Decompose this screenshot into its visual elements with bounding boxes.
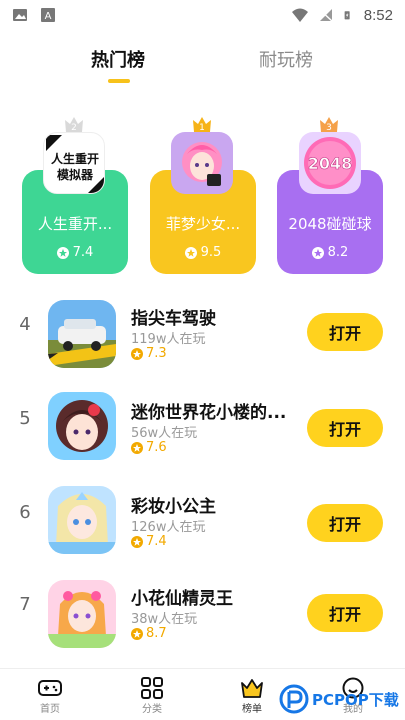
status-bar: A 8:52 xyxy=(0,0,405,30)
game-icon-dream-girl[interactable] xyxy=(171,132,233,194)
game-icon-2048-ball[interactable]: 2048 xyxy=(299,132,361,194)
status-time: 8:52 xyxy=(363,6,393,24)
podium-game-name: 2048碰碰球 xyxy=(288,215,372,233)
star-icon xyxy=(56,246,69,259)
open-button[interactable]: 打开 xyxy=(307,313,383,351)
game-title: 指尖车驾驶 xyxy=(131,309,216,329)
star-icon xyxy=(131,347,143,360)
rating-value: 7.6 xyxy=(146,440,167,455)
svg-text:2048: 2048 xyxy=(308,154,353,173)
podium-rating-value: 8.2 xyxy=(327,245,349,260)
star-icon xyxy=(131,627,143,640)
podium-rating: 8.2 xyxy=(277,245,383,260)
podium-rating-value: 9.5 xyxy=(200,245,222,260)
players-count: 56w人在玩 xyxy=(131,426,198,441)
game-rating: 7.4 xyxy=(131,534,167,549)
game-icon-life-restart[interactable]: 人生重开 模拟器 xyxy=(43,132,105,194)
tab-long-play-ranking[interactable]: 耐玩榜 xyxy=(246,46,326,72)
text-notification-icon: A xyxy=(41,8,55,22)
top-three-podium: 2 1 3 人生重开... 7.4 菲梦少女... 9.5 2048碰碰球 8.… xyxy=(0,112,405,277)
star-icon xyxy=(131,441,143,454)
rank-number: 4 xyxy=(19,314,31,335)
game-icon-mini-world[interactable] xyxy=(48,392,116,460)
active-tab-indicator xyxy=(108,79,130,83)
list-item[interactable]: 5 迷你世界花小楼的... 56w人在玩 7.6 打开 xyxy=(0,384,405,474)
nav-categories[interactable]: 分类 xyxy=(122,677,182,715)
star-icon xyxy=(131,535,143,548)
star-icon xyxy=(311,246,324,259)
tab-hot-ranking[interactable]: 热门榜 xyxy=(78,46,158,72)
rating-value: 7.4 xyxy=(146,534,167,549)
game-title: 彩妆小公主 xyxy=(131,497,216,517)
open-button[interactable]: 打开 xyxy=(307,594,383,632)
svg-text:A: A xyxy=(45,11,52,22)
nav-label: 首页 xyxy=(40,704,60,715)
rank-1-crown-icon: 1 xyxy=(193,117,211,133)
players-count: 38w人在玩 xyxy=(131,612,198,627)
nav-label: 榜单 xyxy=(242,704,262,715)
list-item[interactable]: 7 小花仙精灵王 38w人在玩 8.7 打开 xyxy=(0,572,405,662)
image-notification-icon xyxy=(13,9,27,21)
grid-icon xyxy=(141,677,163,699)
open-button[interactable]: 打开 xyxy=(307,504,383,542)
game-icon-car-driving[interactable] xyxy=(48,300,116,368)
game-icon-flower-fairy[interactable] xyxy=(48,580,116,648)
no-signal-icon xyxy=(319,9,333,22)
battery-icon xyxy=(344,11,350,20)
list-item[interactable]: 6 彩妆小公主 126w人在玩 7.4 打开 xyxy=(0,478,405,568)
rank-number: 7 xyxy=(19,594,31,615)
star-icon xyxy=(184,246,197,259)
svg-text:PCPOP下载: PCPOP下载 xyxy=(312,691,399,709)
podium-rating-value: 7.4 xyxy=(72,245,94,260)
rank-2-crown-icon: 2 xyxy=(65,117,83,133)
game-rating: 7.6 xyxy=(131,440,167,455)
rank-number: 5 xyxy=(19,408,31,429)
players-count: 126w人在玩 xyxy=(131,520,206,535)
ranking-tabs: 热门榜 耐玩榜 xyxy=(0,46,405,86)
players-count: 119w人在玩 xyxy=(131,332,206,347)
podium-rating: 9.5 xyxy=(150,245,256,260)
podium-game-name: 菲梦少女... xyxy=(165,215,241,233)
watermark-logo: PCPOP下载 xyxy=(278,680,403,718)
nav-label: 分类 xyxy=(142,704,162,715)
podium-game-name: 人生重开... xyxy=(37,215,113,233)
game-title: 小花仙精灵王 xyxy=(131,589,233,609)
wifi-icon xyxy=(291,8,308,22)
game-rating: 8.7 xyxy=(131,626,167,641)
rank-number: 6 xyxy=(19,502,31,523)
rank-3-crown-icon: 3 xyxy=(320,117,338,133)
game-icon-makeup-princess[interactable] xyxy=(48,486,116,554)
open-button[interactable]: 打开 xyxy=(307,409,383,447)
gamepad-icon xyxy=(38,680,62,696)
svg-text:模拟器: 模拟器 xyxy=(57,167,94,182)
crown-icon xyxy=(241,679,263,698)
podium-rating: 7.4 xyxy=(22,245,128,260)
rating-value: 8.7 xyxy=(146,626,167,641)
rating-value: 7.3 xyxy=(146,346,167,361)
list-item[interactable]: 4 指尖车驾驶 119w人在玩 7.3 打开 xyxy=(0,290,405,380)
nav-home[interactable]: 首页 xyxy=(20,677,80,715)
nav-rankings[interactable]: 榜单 xyxy=(222,677,282,715)
svg-text:人生重开: 人生重开 xyxy=(51,151,99,166)
game-title: 迷你世界花小楼的... xyxy=(131,403,287,423)
game-rating: 7.3 xyxy=(131,346,167,361)
